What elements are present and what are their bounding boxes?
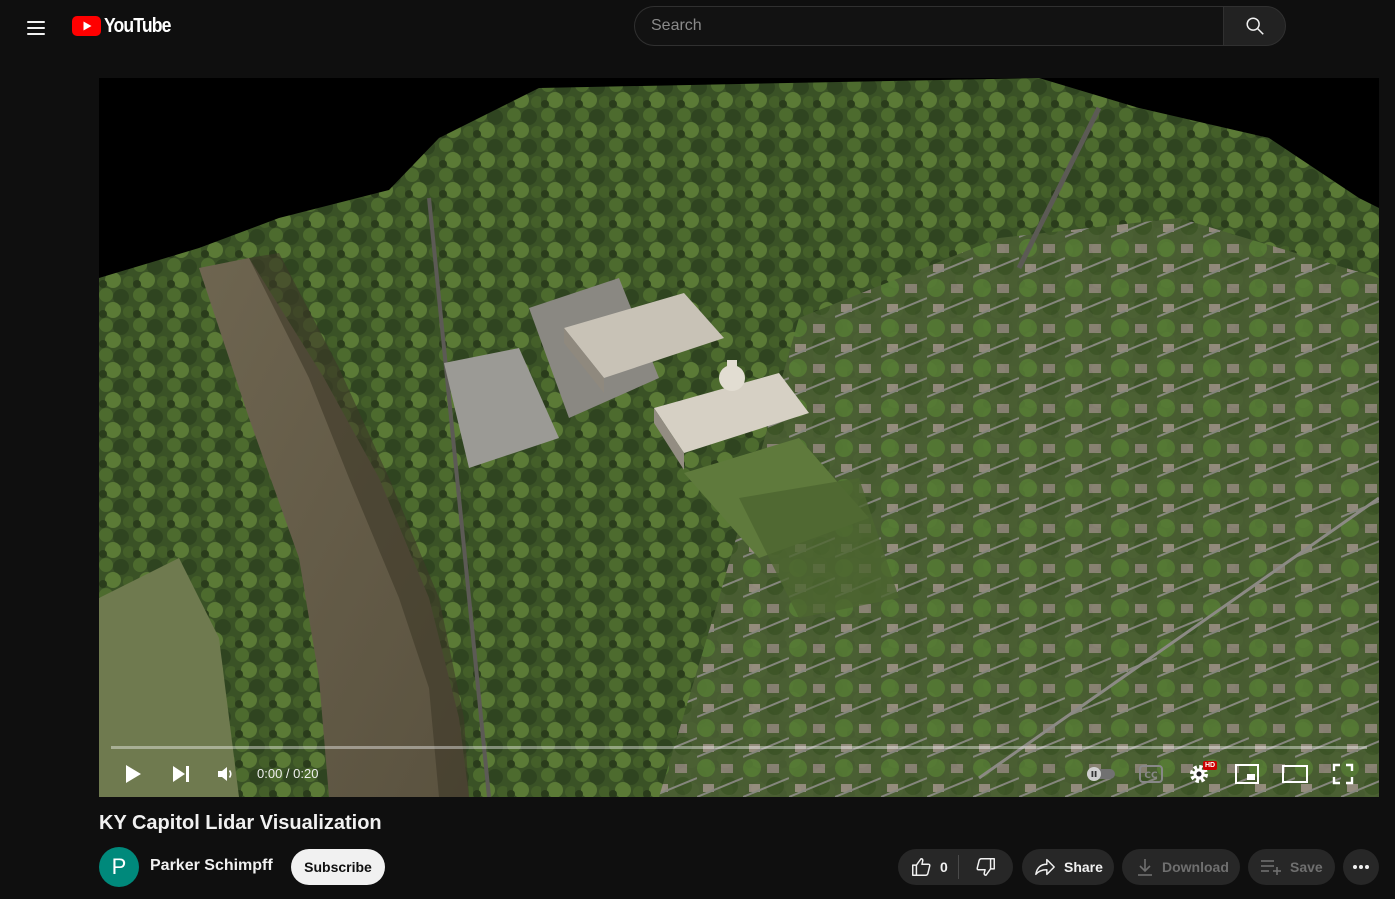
youtube-logo[interactable]: YouTube bbox=[72, 14, 180, 38]
more-actions-button[interactable] bbox=[1343, 849, 1379, 885]
play-button[interactable] bbox=[117, 754, 149, 794]
hd-badge: HD bbox=[1203, 761, 1218, 770]
video-frame[interactable] bbox=[99, 78, 1379, 797]
fullscreen-icon bbox=[1332, 763, 1354, 785]
like-count: 0 bbox=[940, 859, 948, 875]
theater-mode-icon bbox=[1282, 765, 1308, 783]
dislike-button[interactable] bbox=[959, 849, 1013, 885]
like-icon bbox=[912, 858, 931, 876]
next-icon bbox=[173, 766, 189, 782]
more-icon bbox=[1353, 865, 1369, 869]
youtube-logo-icon bbox=[72, 16, 101, 36]
avatar[interactable]: P bbox=[99, 847, 139, 887]
download-label: Download bbox=[1162, 859, 1229, 875]
search-icon bbox=[1245, 17, 1264, 35]
share-icon bbox=[1035, 858, 1055, 876]
share-button[interactable]: Share bbox=[1022, 849, 1114, 885]
miniplayer-button[interactable] bbox=[1231, 754, 1263, 794]
settings-button[interactable]: HD bbox=[1183, 754, 1218, 794]
download-icon bbox=[1138, 859, 1152, 876]
autoplay-toggle-icon bbox=[1087, 767, 1115, 781]
search-button[interactable] bbox=[1223, 6, 1286, 46]
next-button[interactable] bbox=[165, 754, 197, 794]
time-display: 0:00 / 0:20 bbox=[257, 766, 319, 781]
autoplay-toggle[interactable] bbox=[1081, 754, 1121, 794]
progress-bar[interactable] bbox=[111, 746, 1367, 749]
dislike-icon bbox=[976, 858, 995, 876]
subscribe-button[interactable]: Subscribe bbox=[291, 849, 385, 885]
search-bar bbox=[634, 6, 1286, 46]
like-dislike-group: 0 bbox=[898, 849, 1013, 885]
channel-name[interactable]: Parker Schimpff bbox=[150, 857, 273, 875]
save-label: Save bbox=[1290, 859, 1323, 875]
like-button[interactable]: 0 bbox=[898, 849, 958, 885]
logo-text: YouTube bbox=[104, 14, 171, 37]
captions-icon: CC bbox=[1139, 765, 1163, 783]
svg-text:CC: CC bbox=[1144, 771, 1158, 781]
top-bar: YouTube bbox=[0, 0, 1395, 56]
volume-icon bbox=[218, 767, 232, 781]
video-title: KY Capitol Lidar Visualization bbox=[99, 812, 382, 834]
player-controls: 0:00 / 0:20 CC HD bbox=[99, 754, 1379, 794]
download-button[interactable]: Download bbox=[1122, 849, 1240, 885]
captions-button[interactable]: CC bbox=[1135, 754, 1167, 794]
save-playlist-icon bbox=[1261, 860, 1281, 875]
miniplayer-icon bbox=[1235, 764, 1259, 784]
play-icon bbox=[126, 765, 141, 783]
share-label: Share bbox=[1064, 859, 1103, 875]
theater-mode-button[interactable] bbox=[1279, 754, 1311, 794]
mute-button[interactable] bbox=[211, 754, 241, 794]
menu-icon[interactable] bbox=[16, 8, 56, 48]
save-button[interactable]: Save bbox=[1248, 849, 1335, 885]
search-input[interactable] bbox=[634, 6, 1223, 46]
fullscreen-button[interactable] bbox=[1327, 754, 1359, 794]
video-player[interactable]: 0:00 / 0:20 CC HD bbox=[99, 78, 1379, 797]
